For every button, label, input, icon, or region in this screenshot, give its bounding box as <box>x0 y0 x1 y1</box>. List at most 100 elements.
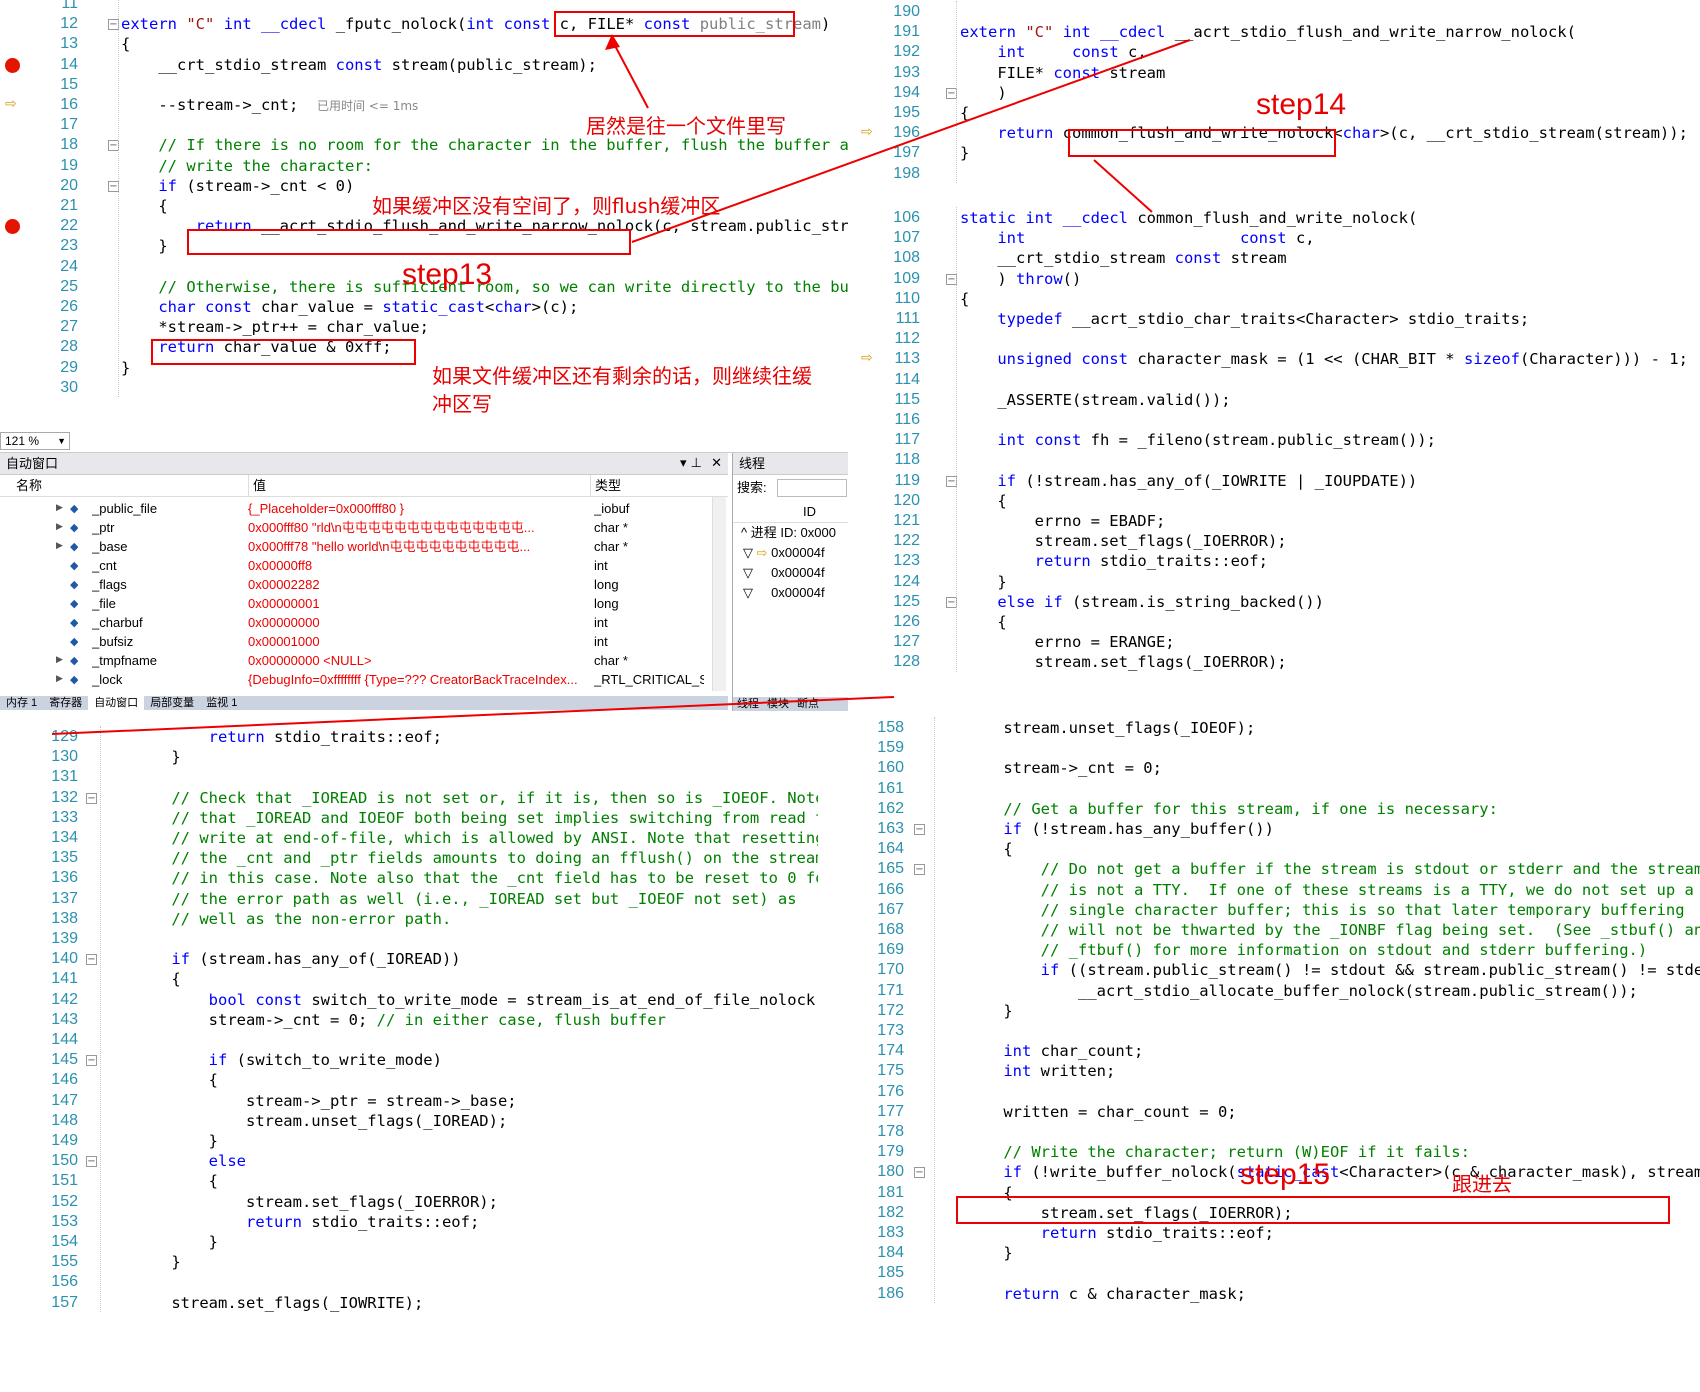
code-line[interactable]: 112 <box>856 328 1700 350</box>
autos-row[interactable]: ◆ _file 0x00000001 long <box>0 594 716 613</box>
zoom-level[interactable]: 121 % ▼ <box>0 432 70 450</box>
code-line[interactable]: 137 // the error path as well (i.e., _IO… <box>0 888 818 910</box>
autos-row[interactable]: ◆ _bufsiz 0x00001000 int <box>0 632 716 651</box>
code-line[interactable]: 167 // single character buffer; this is … <box>840 899 1700 921</box>
code-line[interactable]: 163− if (!stream.has_any_buffer()) <box>840 818 1700 840</box>
code-line[interactable]: 158 stream.unset_flags(_IOEOF); <box>840 717 1700 739</box>
code-line[interactable]: 28 return char_value & 0xff; <box>0 336 848 358</box>
code-line[interactable]: 197} <box>856 142 1700 164</box>
code-line[interactable]: 134 // write at end-of-file, which is al… <box>0 827 818 849</box>
code-line[interactable]: 107 int const c, <box>856 227 1700 249</box>
col-value[interactable]: 值 <box>248 475 266 497</box>
autos-row[interactable]: ▶ ◆ _lock {DebugInfo=0xffffffff {Type=??? C… <box>0 670 716 689</box>
code-line[interactable]: 116 <box>856 409 1700 431</box>
collapse-icon[interactable]: − <box>86 792 97 804</box>
editor-write-buffer[interactable]: 158 stream.unset_flags(_IOEOF); 159 160 st… <box>840 716 1700 1392</box>
code-line[interactable]: 147 stream->_ptr = stream->_base; <box>0 1090 818 1112</box>
code-line[interactable]: 115 _ASSERTE(stream.valid()); <box>856 389 1700 411</box>
expand-icon[interactable]: ▶ <box>56 518 63 537</box>
code-line[interactable]: 173 <box>840 1020 1700 1042</box>
autos-tab[interactable]: 内存 1 <box>0 696 43 710</box>
code-line[interactable]: 176 <box>840 1081 1700 1103</box>
autos-tab[interactable]: 监视 1 <box>200 696 243 710</box>
thread-row[interactable]: ▽ 0x00004f <box>733 583 848 603</box>
collapse-icon[interactable]: − <box>86 954 97 966</box>
filter-icon[interactable]: ▽ <box>743 546 753 561</box>
code-line[interactable]: 127 errno = ERANGE; <box>856 631 1700 653</box>
code-line[interactable]: 124 } <box>856 571 1700 593</box>
collapse-icon[interactable]: − <box>914 1167 925 1179</box>
thread-row[interactable]: ▽ ⇨ 0x00004f <box>733 543 848 563</box>
code-line[interactable]: 159 <box>840 737 1700 759</box>
code-line[interactable]: 138 // well as the non-error path. <box>0 908 818 930</box>
expand-icon[interactable]: ▶ <box>56 651 63 670</box>
code-line[interactable]: 143 stream->_cnt = 0; // in either case,… <box>0 1009 818 1031</box>
code-line[interactable]: 111 typedef __acrt_stdio_char_traits<Cha… <box>856 308 1700 330</box>
code-line[interactable]: 145− if (switch_to_write_mode) <box>0 1049 818 1071</box>
code-line[interactable]: 133 // that _IOREAD and IOEOF both being… <box>0 807 818 829</box>
code-line[interactable]: 136 // in this case. Note also that the … <box>0 867 818 889</box>
code-line[interactable]: 153 return stdio_traits::eof; <box>0 1211 818 1233</box>
code-line[interactable]: 114 <box>856 369 1700 391</box>
code-line[interactable]: 108 __crt_stdio_stream const stream <box>856 247 1700 269</box>
code-line[interactable]: 130 } <box>0 746 818 768</box>
expand-icon[interactable]: ▶ <box>56 537 63 556</box>
editor-common-flush-and-write[interactable]: 106 static int __cdecl common_flush_and_w… <box>856 206 1700 708</box>
autos-tab[interactable]: 自动窗口 <box>88 696 145 710</box>
autos-tab[interactable]: 寄存器 <box>43 696 88 710</box>
code-line[interactable]: 160 stream->_cnt = 0; <box>840 757 1700 779</box>
autos-scrollbar[interactable] <box>712 497 726 691</box>
code-line[interactable]: 175 int written; <box>840 1060 1700 1082</box>
expand-icon[interactable]: ▶ <box>56 499 63 518</box>
editor-flush-continued[interactable]: 129 return stdio_traits::eof; 130 } 131 132… <box>0 726 818 1392</box>
code-line[interactable]: 151 { <box>0 1170 818 1192</box>
code-line[interactable]: 131 <box>0 766 818 788</box>
code-line[interactable]: 155 } <box>0 1251 818 1273</box>
code-line[interactable]: 141 { <box>0 968 818 990</box>
expand-icon[interactable]: ▶ <box>56 670 63 689</box>
code-line[interactable]: 171 __acrt_stdio_allocate_buffer_nolock(… <box>840 980 1700 1002</box>
code-line[interactable]: 185 <box>840 1262 1700 1284</box>
filter-icon[interactable]: ▽ <box>743 586 753 601</box>
threads-search-input[interactable] <box>777 479 847 497</box>
autos-tab[interactable]: 局部变量 <box>144 696 200 710</box>
code-line[interactable]: 152 stream.set_flags(_IOERROR); <box>0 1191 818 1213</box>
code-line[interactable]: 118 <box>856 449 1700 471</box>
code-line[interactable]: 184 } <box>840 1242 1700 1264</box>
code-line[interactable]: 123 return stdio_traits::eof; <box>856 550 1700 572</box>
code-line[interactable]: 193 FILE* const stream <box>856 62 1700 84</box>
code-line[interactable]: 27 *stream->_ptr++ = char_value; <box>0 316 848 338</box>
code-line[interactable]: 156 <box>0 1271 818 1293</box>
pin-icon[interactable]: ▾ ⊥ <box>680 453 702 475</box>
code-line[interactable]: 198 <box>856 163 1700 185</box>
collapse-icon[interactable]: − <box>86 1156 97 1168</box>
code-line[interactable]: 162 // Get a buffer for this stream, if … <box>840 798 1700 820</box>
next-statement-arrow-icon[interactable]: ⇨ <box>5 97 20 111</box>
code-line[interactable]: 121 errno = EBADF; <box>856 510 1700 532</box>
code-line[interactable]: 14 __crt_stdio_stream const stream(publi… <box>0 54 848 76</box>
code-line[interactable]: 186 return c & character_mask; <box>840 1283 1700 1305</box>
autos-row[interactable]: ▶ ◆ _public_file {_Placeholder=0x000fff80 }… <box>0 499 716 518</box>
code-line[interactable]: 140− if (stream.has_any_of(_IOREAD)) <box>0 948 818 970</box>
breakpoint-icon[interactable] <box>5 57 20 73</box>
code-line[interactable]: 139 <box>0 928 818 950</box>
code-line[interactable]: 13 { <box>0 33 848 55</box>
code-line[interactable]: 170 if ((stream.public_stream() != stdou… <box>840 959 1700 981</box>
code-line[interactable]: 119− if (!stream.has_any_of(_IOWRITE | _… <box>856 470 1700 492</box>
code-line[interactable]: 26 char const char_value = static_cast<c… <box>0 296 848 318</box>
code-line[interactable]: 169 // _ftbuf() for more information on … <box>840 939 1700 961</box>
code-line[interactable]: 161 <box>840 778 1700 800</box>
code-line[interactable]: 12− extern "C" int __cdecl _fputc_nolock(… <box>0 13 848 35</box>
code-line[interactable]: 190 <box>856 1 1700 23</box>
col-type[interactable]: 类型 <box>590 475 621 497</box>
code-line[interactable]: 182 stream.set_flags(_IOERROR); <box>840 1202 1700 1224</box>
autos-row[interactable]: ◆ _charbuf 0x00000000 int <box>0 613 716 632</box>
code-line[interactable]: 149 } <box>0 1130 818 1152</box>
next-statement-arrow-icon[interactable]: ⇨ <box>861 125 876 139</box>
code-line[interactable]: 191 extern "C" int __cdecl __acrt_stdio_f… <box>856 21 1700 43</box>
code-line[interactable]: 19 // write the character: <box>0 155 848 177</box>
code-line[interactable]: 177 written = char_count = 0; <box>840 1101 1700 1123</box>
code-line[interactable]: 164 { <box>840 838 1700 860</box>
close-icon[interactable]: ✕ <box>711 453 722 475</box>
code-line[interactable]: 166 // is not a TTY. If one of these str… <box>840 879 1700 901</box>
